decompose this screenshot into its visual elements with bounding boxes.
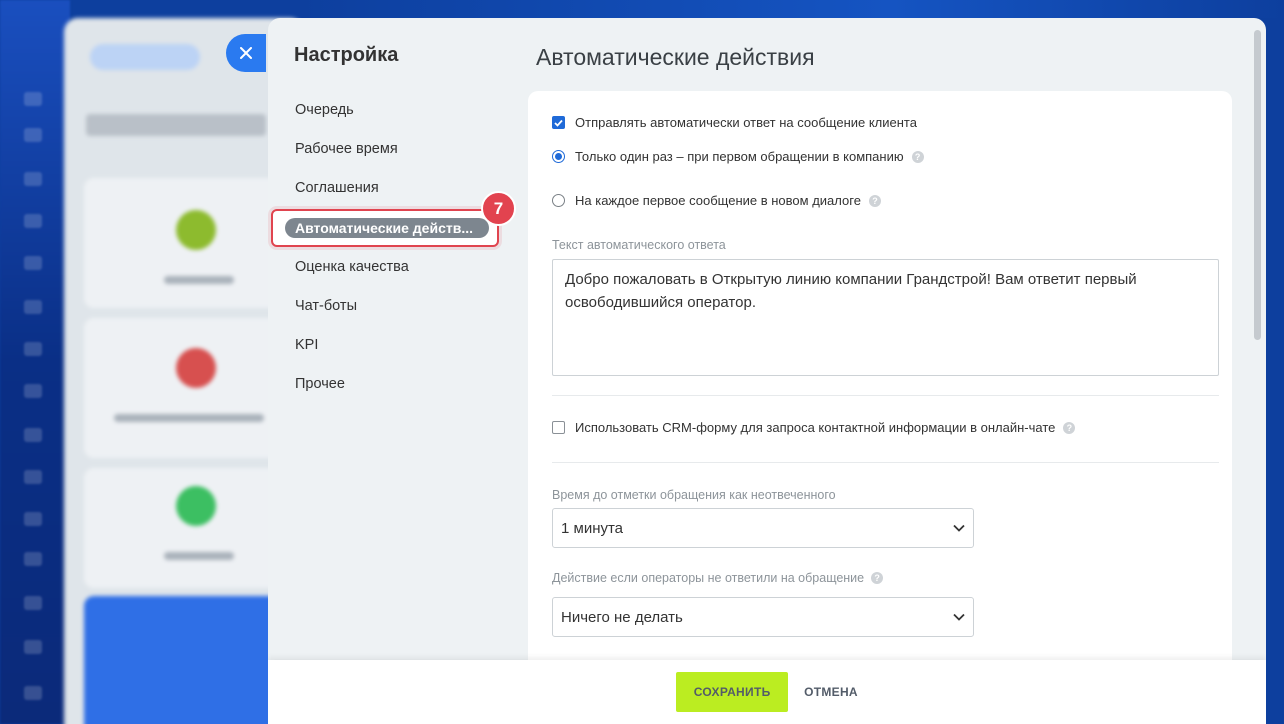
help-icon[interactable]: ?: [911, 150, 924, 163]
nav-item-working-hours[interactable]: Рабочее время: [295, 141, 398, 157]
scrollbar[interactable]: [1254, 30, 1261, 340]
step-badge: 7: [481, 191, 516, 226]
help-icon[interactable]: ?: [1063, 421, 1076, 434]
crm-form-label: Использовать CRM-форму для запроса конта…: [575, 420, 1056, 435]
radio-once-row: Только один раз – при первом обращении в…: [552, 149, 924, 164]
no-answer-action-label-row: Действие если операторы не ответили на о…: [552, 571, 884, 585]
settings-slider: Настройка Очередь Рабочее время Соглашен…: [268, 18, 1266, 724]
crm-form-checkbox[interactable]: [552, 421, 565, 434]
chevron-down-icon: [953, 524, 965, 532]
nav-item-highlight: Автоматические действ...: [271, 209, 499, 247]
chevron-down-icon: [953, 613, 965, 621]
nav-item-quality-rating[interactable]: Оценка качества: [295, 259, 409, 275]
close-icon: [240, 47, 252, 59]
nav-item-chatbots[interactable]: Чат-боты: [295, 298, 357, 314]
nav-title: Настройка: [294, 44, 399, 66]
settings-nav: Настройка Очередь Рабочее время Соглашен…: [268, 18, 516, 724]
reply-text-field[interactable]: Добро пожаловать в Открытую линию компан…: [552, 259, 1219, 376]
save-button[interactable]: СОХРАНИТЬ: [676, 672, 789, 712]
radio-once-label: Только один раз – при первом обращении в…: [575, 149, 904, 164]
unanswered-time-select[interactable]: 1 минута: [552, 508, 974, 548]
page-title: Автоматические действия: [536, 44, 815, 70]
auto-reply-checkbox[interactable]: [552, 116, 565, 129]
divider: [552, 462, 1219, 463]
help-icon[interactable]: ?: [871, 572, 884, 584]
background-top-strip: [300, 0, 1284, 18]
background-left-menu: [0, 0, 70, 724]
check-icon: [554, 119, 563, 127]
radio-each-row: На каждое первое сообщение в новом диало…: [552, 193, 881, 208]
no-answer-action-value: Ничего не делать: [561, 608, 683, 626]
unanswered-time-label: Время до отметки обращения как неотвечен…: [552, 488, 836, 502]
footer-bar: СОХРАНИТЬ ОТМЕНА: [268, 660, 1266, 724]
auto-reply-row: Отправлять автоматически ответ на сообще…: [552, 115, 917, 130]
nav-item-queue[interactable]: Очередь: [295, 102, 354, 118]
nav-item-auto-actions[interactable]: Автоматические действ...: [285, 218, 489, 238]
help-icon[interactable]: ?: [868, 194, 881, 207]
no-answer-action-label: Действие если операторы не ответили на о…: [552, 571, 865, 585]
cancel-button[interactable]: ОТМЕНА: [804, 685, 858, 699]
radio-each-label: На каждое первое сообщение в новом диало…: [575, 193, 861, 208]
no-answer-action-select[interactable]: Ничего не делать: [552, 597, 974, 637]
divider: [552, 395, 1219, 396]
radio-each[interactable]: [552, 194, 565, 207]
reply-text-label: Текст автоматического ответа: [552, 238, 726, 252]
nav-item-other[interactable]: Прочее: [295, 376, 345, 392]
nav-item-kpi[interactable]: KPI: [295, 337, 318, 353]
settings-card: Отправлять автоматически ответ на сообще…: [528, 91, 1232, 691]
nav-item-agreements[interactable]: Соглашения: [295, 180, 379, 196]
radio-once[interactable]: [552, 150, 565, 163]
auto-reply-label: Отправлять автоматически ответ на сообще…: [575, 115, 917, 130]
close-slider-button[interactable]: [226, 34, 266, 72]
unanswered-time-value: 1 минута: [561, 519, 624, 537]
crm-form-row: Использовать CRM-форму для запроса конта…: [552, 420, 1076, 435]
